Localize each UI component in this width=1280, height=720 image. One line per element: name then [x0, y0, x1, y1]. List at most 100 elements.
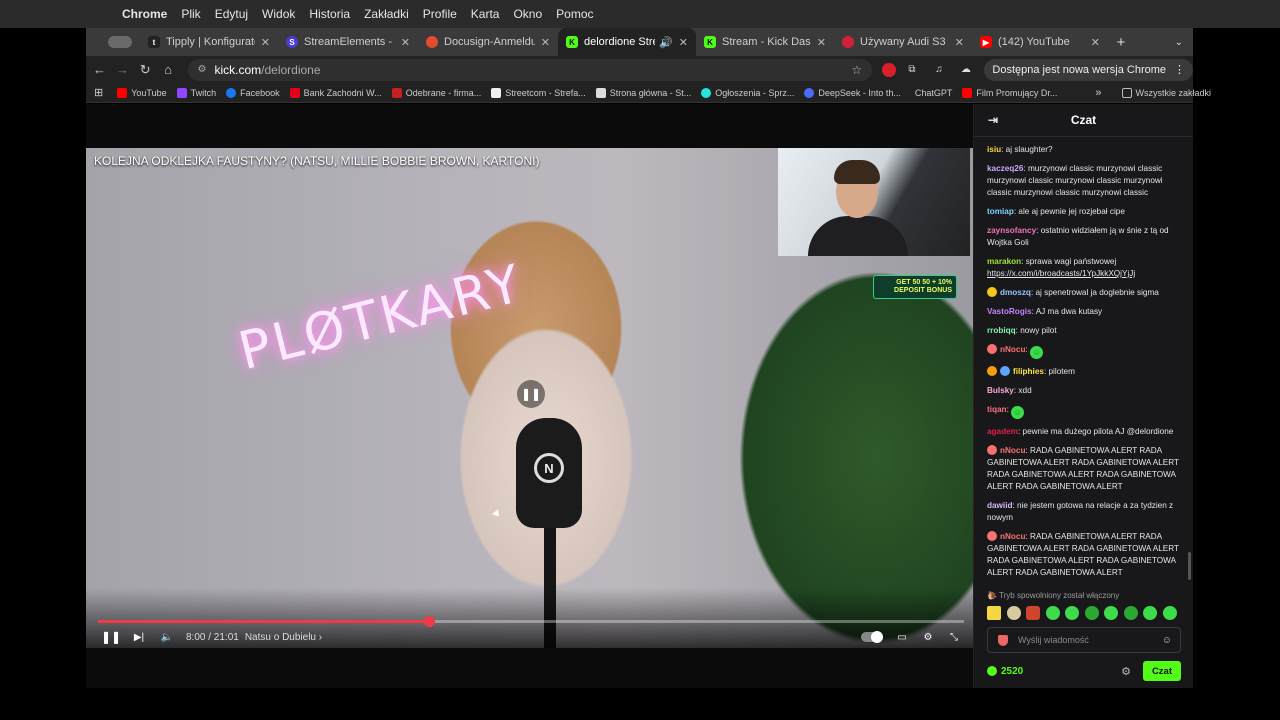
home-icon[interactable]: ⌂: [157, 62, 180, 77]
emote-icon[interactable]: [1123, 606, 1138, 620]
bookmark-streetcom[interactable]: Streetcom - Strefa...: [491, 87, 586, 98]
bookmarks-overflow-button[interactable]: »: [1095, 87, 1101, 99]
emote-icon[interactable]: [1026, 606, 1040, 620]
close-icon[interactable]: ✕: [541, 36, 550, 49]
chat-username[interactable]: VastoRogis: [987, 307, 1032, 316]
volume-icon[interactable]: 🔈: [156, 632, 178, 643]
tab-tipply[interactable]: t Tipply | Konfigurator (Pov ✕: [140, 28, 278, 56]
chat-username[interactable]: zaynsofancy: [987, 226, 1036, 235]
chat-username[interactable]: filiphies: [1013, 367, 1044, 376]
chat-scrollbar[interactable]: [1188, 552, 1191, 580]
chat-username[interactable]: nNocu: [1000, 532, 1025, 541]
autoplay-toggle[interactable]: [861, 631, 883, 643]
chat-username[interactable]: isiu: [987, 145, 1001, 154]
chat-link[interactable]: https://x.com/i/broadcasts/1YpJkkXQjYjJj: [987, 269, 1135, 278]
emoji-picker-icon[interactable]: ☺: [1162, 635, 1172, 646]
chat-message-input[interactable]: Wyślij wiadomość ☺: [987, 627, 1181, 653]
tab-group-pill[interactable]: [100, 28, 140, 56]
emote-icon[interactable]: [1065, 606, 1079, 620]
menu-item-historia[interactable]: Historia: [309, 7, 350, 21]
bookmark-bank[interactable]: Bank Zachodni W...: [289, 87, 382, 98]
bookmark-deepseek[interactable]: DeepSeek - Into th...: [804, 87, 901, 98]
chat-username[interactable]: agadem: [987, 427, 1018, 436]
emote-icon[interactable]: [1045, 606, 1060, 620]
profile-cloud-icon[interactable]: ☁: [955, 61, 976, 79]
extension-red-icon[interactable]: [882, 62, 896, 77]
emote-icon[interactable]: [1143, 606, 1157, 620]
emote-icon[interactable]: [1006, 606, 1021, 620]
subtitles-icon[interactable]: ▭: [891, 632, 913, 643]
bookmark-youtube[interactable]: YouTube: [117, 87, 167, 98]
reload-icon[interactable]: ↻: [134, 62, 157, 78]
back-arrow-icon[interactable]: ←: [88, 62, 111, 77]
tab-delordione-stream[interactable]: K delordione Stream – W 🔊 ✕: [558, 28, 696, 56]
apps-grid-icon[interactable]: ⊞: [94, 86, 103, 99]
close-icon[interactable]: ✕: [1091, 36, 1100, 49]
bookmark-twitch[interactable]: Twitch: [176, 87, 216, 98]
close-icon[interactable]: ✕: [401, 36, 410, 49]
forward-arrow-icon[interactable]: →: [111, 62, 134, 77]
emote-icon[interactable]: [1104, 606, 1118, 620]
speaker-icon[interactable]: 🔊: [659, 36, 673, 49]
bookmark-ogloszenia[interactable]: Ogłoszenia - Sprz...: [701, 87, 794, 98]
bookmark-star-icon[interactable]: ☆: [851, 63, 862, 77]
menu-item-karta[interactable]: Karta: [471, 7, 500, 21]
media-controls-icon[interactable]: ♫: [928, 61, 949, 79]
menu-item-profile[interactable]: Profile: [423, 7, 457, 21]
chat-settings-gear-icon[interactable]: ⚙: [1121, 665, 1131, 678]
bookmark-gmail[interactable]: Odebrane - firma...: [391, 87, 481, 98]
menu-item-pomoc[interactable]: Pomoc: [556, 7, 593, 21]
bookmark-film[interactable]: Film Promujący Dr...: [962, 87, 1057, 98]
progress-bar[interactable]: [98, 616, 964, 627]
emote-icon[interactable]: [987, 606, 1001, 620]
chrome-update-chip[interactable]: Dostępna jest nowa wersja Chrome ⋮: [984, 58, 1194, 81]
chat-username[interactable]: Bulsky: [987, 386, 1014, 395]
bookmark-strona-glowna[interactable]: Strona główna - St...: [595, 87, 691, 98]
address-bar[interactable]: ⚙ kick.com/delordione ☆: [187, 58, 873, 81]
extensions-puzzle-icon[interactable]: ⧉: [902, 61, 923, 79]
settings-gear-icon[interactable]: ⚙: [917, 632, 939, 643]
chat-username[interactable]: dmoszq: [1000, 288, 1031, 297]
chat-username[interactable]: rrobiqq: [987, 326, 1016, 335]
collapse-chat-icon[interactable]: ⇥: [988, 113, 998, 127]
tab-kick-dashboard[interactable]: K Stream - Kick Dashboard ✕: [696, 28, 834, 56]
chapter-title[interactable]: Natsu o Dubielu ›: [245, 632, 322, 643]
tab-docusign[interactable]: Docusign-Anmeldung – A ✕: [418, 28, 558, 56]
menu-item-plik[interactable]: Plik: [181, 7, 200, 21]
all-bookmarks-folder[interactable]: Wszystkie zakładki: [1121, 87, 1211, 98]
close-icon[interactable]: ✕: [955, 36, 964, 49]
menu-item-okno[interactable]: Okno: [513, 7, 542, 21]
channel-points[interactable]: 2520: [987, 666, 1023, 677]
close-icon[interactable]: ✕: [817, 36, 826, 49]
chat-username[interactable]: tiqan: [987, 405, 1007, 414]
close-icon[interactable]: ✕: [679, 36, 688, 49]
emote-icon[interactable]: [1084, 606, 1099, 620]
chat-username[interactable]: nNocu: [1000, 446, 1025, 455]
emote-icon[interactable]: [1162, 606, 1177, 620]
tab-youtube[interactable]: ▶ (142) YouTube ✕: [972, 28, 1108, 56]
center-pause-button[interactable]: ❚❚: [517, 380, 545, 408]
close-icon[interactable]: ✕: [261, 36, 270, 49]
menu-item-zakladki[interactable]: Zakładki: [364, 7, 409, 21]
menu-item-edytuj[interactable]: Edytuj: [215, 7, 248, 21]
chat-username[interactable]: tomiap: [987, 207, 1014, 216]
next-icon[interactable]: ▶|: [128, 632, 150, 643]
tab-audi[interactable]: Używany Audi S3 2018 - ✕: [834, 28, 972, 56]
bookmark-chatgpt[interactable]: ChatGPT: [915, 88, 953, 98]
pause-icon[interactable]: ❚❚: [100, 630, 122, 644]
app-menu[interactable]: Chrome: [122, 7, 167, 21]
kebab-menu-icon[interactable]: ⋮: [1174, 63, 1185, 76]
chat-username[interactable]: dawiid: [987, 501, 1012, 510]
tab-search-chevron-icon[interactable]: ⌄: [1175, 37, 1183, 48]
site-info-icon[interactable]: ⚙: [198, 64, 207, 75]
chat-username[interactable]: kaczeq26: [987, 164, 1023, 173]
new-tab-button[interactable]: +: [1108, 28, 1134, 56]
fullscreen-exit-icon[interactable]: ⤡: [943, 632, 965, 643]
chat-username[interactable]: marakon: [987, 257, 1021, 266]
video-player[interactable]: PLØTKARY N KOLEJNA ODKLEJKA FAUSTYNY? (N…: [86, 148, 973, 648]
bookmark-facebook[interactable]: Facebook: [226, 87, 280, 98]
menu-item-widok[interactable]: Widok: [262, 7, 295, 21]
chat-username[interactable]: nNocu: [1000, 345, 1025, 354]
tab-streamelements[interactable]: S StreamElements - My da ✕: [278, 28, 418, 56]
chat-send-button[interactable]: Czat: [1142, 661, 1181, 681]
